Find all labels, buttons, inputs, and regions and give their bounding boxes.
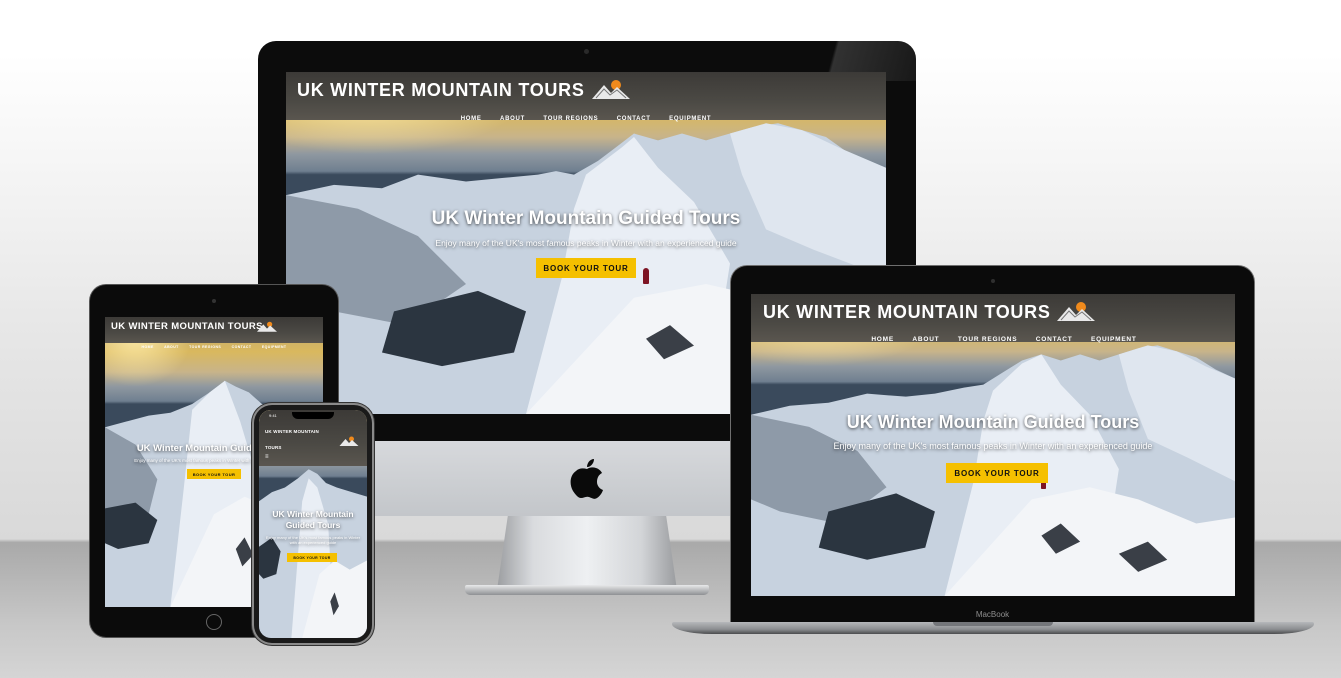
site-header: UK WINTER MOUNTAIN TOURS HOME ABOUT TOUR…: [105, 317, 323, 349]
mountain-logo-icon: [1057, 302, 1095, 321]
imac-stand: [497, 516, 677, 590]
hero-title: UK Winter Mountain Guided Tours: [431, 208, 741, 229]
site-logo-text[interactable]: UK WINTER MOUNTAIN TOURS: [111, 321, 263, 332]
nav-equipment[interactable]: EQUIPMENT: [669, 116, 711, 122]
laptop-screen: UK WINTER MOUNTAIN TOURS HOME ABOUT TOUR…: [751, 294, 1235, 596]
hero-title-line2: Guided Tours: [285, 520, 341, 530]
laptop-notch: [933, 622, 1053, 626]
mountain-logo-icon: [257, 321, 277, 332]
site-header: UK WINTER MOUNTAIN TOURS HOME ABOUT TOUR…: [286, 72, 886, 122]
site-logo-text[interactable]: UK WINTER MOUNTAIN: [265, 429, 319, 434]
main-nav: HOME ABOUT TOUR REGIONS CONTACT EQUIPMEN…: [105, 335, 323, 353]
hero-subtitle: Enjoy many of the UK's most famous peaks…: [833, 441, 1153, 451]
apple-logo-icon: [570, 459, 603, 499]
nav-tour-regions[interactable]: TOUR REGIONS: [958, 336, 1017, 343]
mountain-logo-icon: [592, 80, 630, 99]
site-header: UK WINTER MOUNTAIN TOURS HOME ABOUT TOUR…: [751, 294, 1235, 343]
nav-about[interactable]: ABOUT: [164, 345, 179, 349]
nav-tour-regions[interactable]: TOUR REGIONS: [189, 345, 221, 349]
site-logo-text-line2: TOURS: [265, 445, 282, 450]
laptop-camera: [991, 279, 995, 283]
laptop-brand-label: MacBook: [975, 610, 1010, 619]
hamburger-icon[interactable]: ≡: [265, 454, 269, 460]
nav-home[interactable]: HOME: [142, 345, 154, 349]
nav-contact[interactable]: CONTACT: [617, 116, 651, 122]
tablet-camera: [212, 299, 216, 303]
book-tour-button[interactable]: BOOK YOUR TOUR: [187, 469, 241, 479]
hero-title-line1: UK Winter Mountain: [272, 509, 354, 519]
nav-home[interactable]: HOME: [871, 336, 894, 343]
site-logo-text[interactable]: UK WINTER MOUNTAIN TOURS: [763, 302, 1051, 323]
tablet-home-button[interactable]: [206, 614, 222, 630]
main-nav: HOME ABOUT TOUR REGIONS CONTACT EQUIPMEN…: [286, 107, 886, 125]
hero-title: UK Winter Mountain Guided Tours: [846, 412, 1140, 432]
main-nav: HOME ABOUT TOUR REGIONS CONTACT EQUIPMEN…: [751, 328, 1235, 346]
hiker-figure: [643, 268, 649, 284]
status-time: 9:41: [269, 413, 277, 418]
nav-contact[interactable]: CONTACT: [232, 345, 252, 349]
book-tour-button[interactable]: BOOK YOUR TOUR: [287, 553, 337, 562]
nav-equipment[interactable]: EQUIPMENT: [1091, 336, 1137, 343]
imac-stand-base: [465, 585, 709, 595]
site-logo-text[interactable]: UK WINTER MOUNTAIN TOURS: [297, 80, 585, 101]
nav-equipment[interactable]: EQUIPMENT: [262, 345, 287, 349]
imac-camera: [584, 49, 589, 54]
hero-subtitle: Enjoy many of the UK's most famous peaks…: [265, 535, 361, 546]
phone-screen: 9:41 UK WINTER MOUNTAIN TOURS ≡ UK Winte…: [259, 410, 367, 638]
nav-tour-regions[interactable]: TOUR REGIONS: [543, 116, 598, 122]
hero-subtitle: Enjoy many of the UK's most famous peaks…: [435, 238, 737, 248]
nav-home[interactable]: HOME: [461, 116, 482, 122]
book-tour-button[interactable]: BOOK YOUR TOUR: [946, 463, 1048, 483]
nav-about[interactable]: ABOUT: [912, 336, 939, 343]
nav-contact[interactable]: CONTACT: [1036, 336, 1073, 343]
nav-about[interactable]: ABOUT: [500, 116, 525, 122]
phone-notch: [292, 412, 334, 419]
mountain-logo-icon: [339, 436, 359, 446]
book-tour-button[interactable]: BOOK YOUR TOUR: [536, 258, 636, 278]
